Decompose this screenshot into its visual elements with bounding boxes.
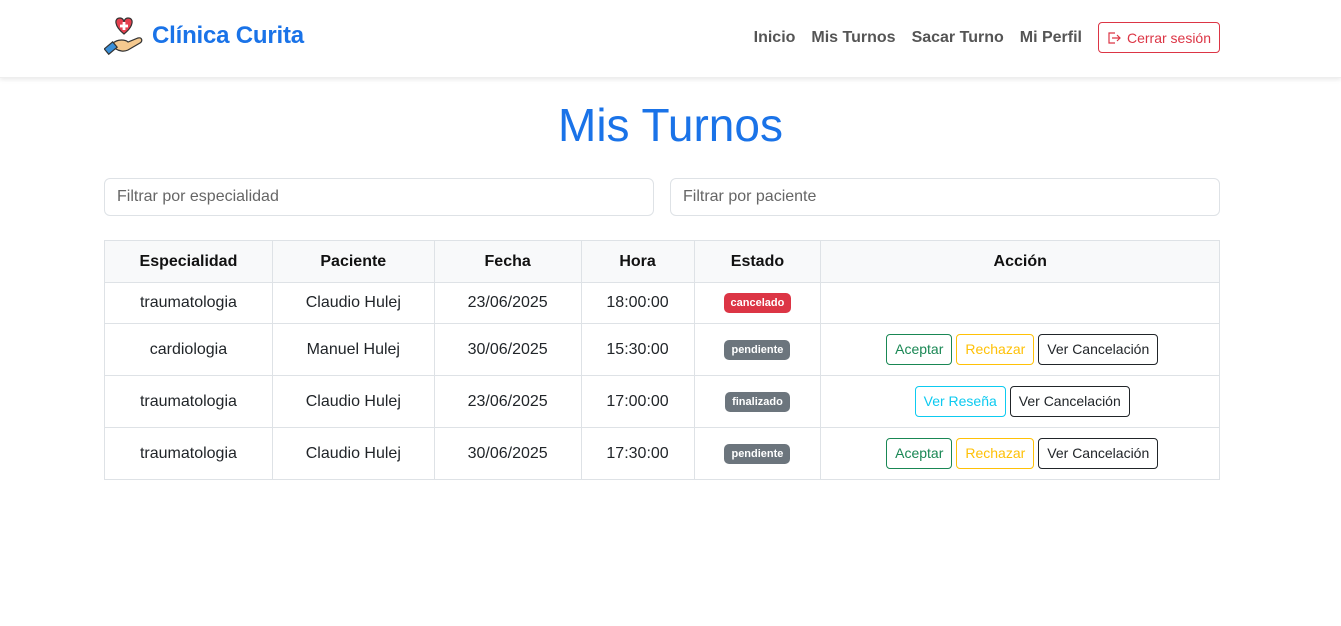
- cell-especialidad: traumatologia: [104, 375, 273, 428]
- status-badge: cancelado: [723, 293, 792, 313]
- cell-accion: Aceptar Rechazar Ver Cancelación: [820, 323, 1220, 376]
- cell-fecha: 23/06/2025: [433, 282, 582, 324]
- cell-estado: finalizado: [693, 375, 822, 428]
- header-fecha: Fecha: [433, 240, 582, 283]
- cell-estado: cancelado: [693, 282, 822, 324]
- rechazar-button[interactable]: Rechazar: [956, 334, 1035, 365]
- status-badge: finalizado: [725, 391, 790, 412]
- navbar: Clínica Curita Inicio Mis Turnos Sacar T…: [0, 0, 1341, 78]
- cell-fecha: 23/06/2025: [433, 375, 582, 428]
- cell-fecha: 30/06/2025: [433, 323, 582, 376]
- ver-resena-button[interactable]: Ver Reseña: [914, 386, 1006, 417]
- cell-estado: pendiente: [693, 323, 822, 376]
- aceptar-button[interactable]: Aceptar: [886, 438, 953, 469]
- header-estado: Estado: [693, 240, 822, 283]
- status-badge: pendiente: [724, 339, 791, 360]
- ver-cancelacion-button[interactable]: Ver Cancelación: [1038, 438, 1159, 469]
- cell-accion: Ver Reseña Ver Cancelación: [820, 375, 1220, 428]
- logout-button[interactable]: Cerrar sesión: [1097, 22, 1220, 53]
- page-title: Mis Turnos: [558, 99, 783, 151]
- cell-paciente: Claudio Hulej: [271, 282, 435, 324]
- brand[interactable]: Clínica Curita: [104, 14, 304, 58]
- filter-paciente-input[interactable]: [670, 178, 1220, 216]
- table-row: traumatologia Claudio Hulej 23/06/2025 1…: [104, 375, 1220, 428]
- nav-mis-turnos[interactable]: Mis Turnos: [811, 29, 895, 47]
- cell-hora: 18:00:00: [580, 282, 695, 324]
- heart-hand-logo-icon: [104, 17, 143, 56]
- logout-icon: [1108, 31, 1121, 44]
- nav-links: Inicio Mis Turnos Sacar Turno Mi Perfil …: [754, 22, 1220, 53]
- cell-hora: 17:30:00: [580, 427, 695, 480]
- cell-paciente: Manuel Hulej: [271, 323, 435, 376]
- cell-especialidad: cardiologia: [104, 323, 273, 376]
- table-row: traumatologia Claudio Hulej 23/06/2025 1…: [104, 282, 1220, 324]
- cell-hora: 15:30:00: [580, 323, 695, 376]
- turnos-table: Especialidad Paciente Fecha Hora Estado …: [104, 240, 1220, 480]
- cell-hora: 17:00:00: [580, 375, 695, 428]
- table-row: cardiologia Manuel Hulej 30/06/2025 15:3…: [104, 323, 1220, 376]
- rechazar-button[interactable]: Rechazar: [956, 438, 1035, 469]
- cell-fecha: 30/06/2025: [433, 427, 582, 480]
- nav-mi-perfil[interactable]: Mi Perfil: [1020, 29, 1082, 47]
- nav-inicio[interactable]: Inicio: [754, 29, 796, 47]
- cell-accion: Aceptar Rechazar Ver Cancelación: [820, 427, 1220, 480]
- header-especialidad: Especialidad: [104, 240, 273, 283]
- status-badge: pendiente: [724, 443, 791, 464]
- nav-sacar-turno[interactable]: Sacar Turno: [912, 29, 1004, 47]
- cell-accion: [820, 282, 1220, 324]
- table-header-row: Especialidad Paciente Fecha Hora Estado …: [104, 240, 1220, 283]
- cell-especialidad: traumatologia: [104, 427, 273, 480]
- cell-especialidad: traumatologia: [104, 282, 273, 324]
- header-paciente: Paciente: [271, 240, 435, 283]
- header-accion: Acción: [820, 240, 1220, 283]
- cell-paciente: Claudio Hulej: [271, 427, 435, 480]
- filter-especialidad-input[interactable]: [104, 178, 654, 216]
- ver-cancelacion-button[interactable]: Ver Cancelación: [1009, 386, 1130, 417]
- aceptar-button[interactable]: Aceptar: [886, 334, 953, 365]
- cell-estado: pendiente: [693, 427, 822, 480]
- cell-paciente: Claudio Hulej: [271, 375, 435, 428]
- table-row: traumatologia Claudio Hulej 30/06/2025 1…: [104, 427, 1220, 480]
- logout-label: Cerrar sesión: [1126, 29, 1211, 46]
- ver-cancelacion-button[interactable]: Ver Cancelación: [1038, 334, 1159, 365]
- brand-name: Clínica Curita: [152, 22, 304, 49]
- header-hora: Hora: [580, 240, 695, 283]
